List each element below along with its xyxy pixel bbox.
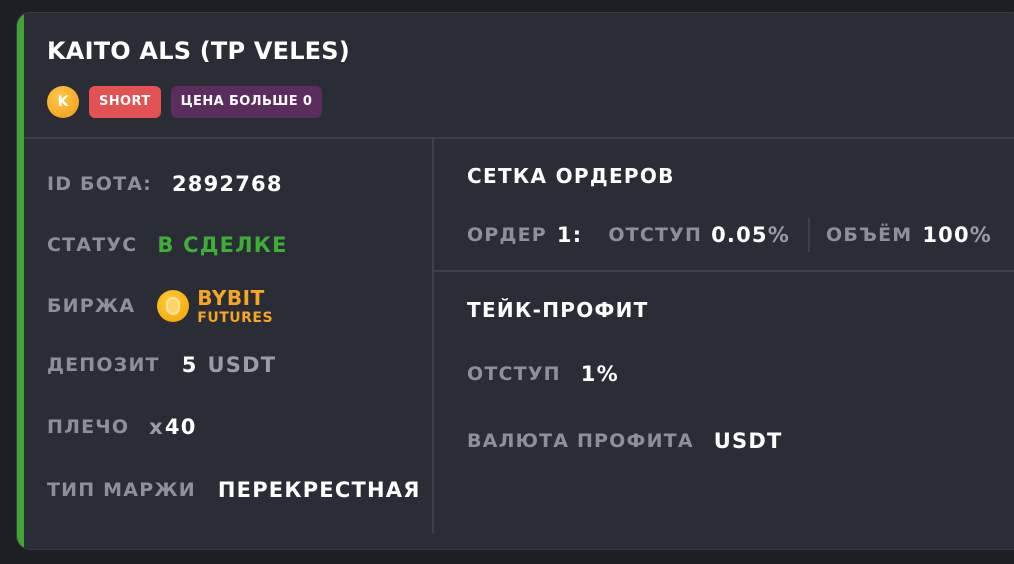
status-value: В СДЕЛКЕ xyxy=(157,233,288,257)
side-badge: SHORT xyxy=(89,86,161,118)
tp-currency-row: ВАЛЮТА ПРОФИТА USDT xyxy=(467,428,782,454)
order-offset-label: ОТСТУП xyxy=(608,224,703,246)
tp-currency-label: ВАЛЮТА ПРОФИТА xyxy=(467,430,694,452)
margin-row: ТИП МАРЖИ ПЕРЕКРЕСТНАЯ xyxy=(47,477,421,503)
margin-value: ПЕРЕКРЕСТНАЯ xyxy=(217,478,421,502)
leverage-row: ПЛЕЧО x 40 xyxy=(47,414,197,440)
deposit-label: ДЕПОЗИТ xyxy=(47,354,160,376)
order-offset-value: 0.05 xyxy=(711,223,768,247)
bot-id-value: 2892768 xyxy=(171,172,283,196)
kaito-coin-icon: K xyxy=(47,86,79,118)
bybit-logo-icon xyxy=(157,290,190,322)
card-header: KAITO ALS (TP VELES) K SHORT ЦЕНА БОЛЬШЕ… xyxy=(47,37,350,118)
take-profit-title: ТЕЙК-ПРОФИТ xyxy=(467,298,649,322)
condition-badge: ЦЕНА БОЛЬШЕ 0 xyxy=(170,86,323,118)
bot-id-label: ID БОТА: xyxy=(47,173,152,195)
tp-offset-row: ОТСТУП 1% xyxy=(467,361,619,387)
exchange-type: FUTURES xyxy=(197,309,274,326)
order-offset-unit: % xyxy=(767,223,790,247)
grid-order-row: ОРДЕР 1: ОТСТУП 0.05 % ОБЪЁМ 100 % xyxy=(467,217,992,253)
deposit-row: ДЕПОЗИТ 5 USDT xyxy=(47,352,276,378)
bot-card[interactable]: KAITO ALS (TP VELES) K SHORT ЦЕНА БОЛЬШЕ… xyxy=(16,12,1014,550)
badge-row: K SHORT ЦЕНА БОЛЬШЕ 0 xyxy=(47,86,350,118)
status-row: СТАТУС В СДЕЛКЕ xyxy=(47,232,288,258)
exchange-row: БИРЖА BYBIT FUTURES xyxy=(47,287,273,325)
tp-currency-value: USDT xyxy=(713,429,783,453)
deposit-amount: 5 xyxy=(181,353,198,377)
tp-offset-label: ОТСТУП xyxy=(467,363,561,385)
exchange-label: БИРЖА xyxy=(47,295,136,317)
deposit-currency: USDT xyxy=(207,353,277,377)
bot-title: KAITO ALS (TP VELES) xyxy=(47,37,350,65)
column-divider xyxy=(432,139,434,533)
order-volume-unit: % xyxy=(969,223,993,247)
section-divider xyxy=(434,270,1014,272)
status-accent-bar xyxy=(17,13,24,549)
order-volume-value: 100 xyxy=(922,223,970,247)
grid-title: СЕТКА ОРДЕРОВ xyxy=(467,164,675,188)
status-label: СТАТУС xyxy=(47,234,138,256)
exchange-logo: BYBIT FUTURES xyxy=(157,288,273,325)
header-divider xyxy=(24,137,1014,139)
order-label: ОРДЕР xyxy=(467,224,547,246)
order-volume-label: ОБЪЁМ xyxy=(825,224,913,246)
leverage-value: 40 xyxy=(164,415,197,439)
exchange-name: BYBIT xyxy=(197,285,265,310)
leverage-label: ПЛЕЧО xyxy=(47,416,130,438)
margin-label: ТИП МАРЖИ xyxy=(47,479,196,501)
order-field-separator xyxy=(807,218,810,252)
bot-id-row: ID БОТА: 2892768 xyxy=(47,171,283,197)
leverage-prefix: x xyxy=(149,415,164,439)
order-number: 1: xyxy=(556,223,583,247)
tp-offset-value: 1% xyxy=(580,362,619,386)
